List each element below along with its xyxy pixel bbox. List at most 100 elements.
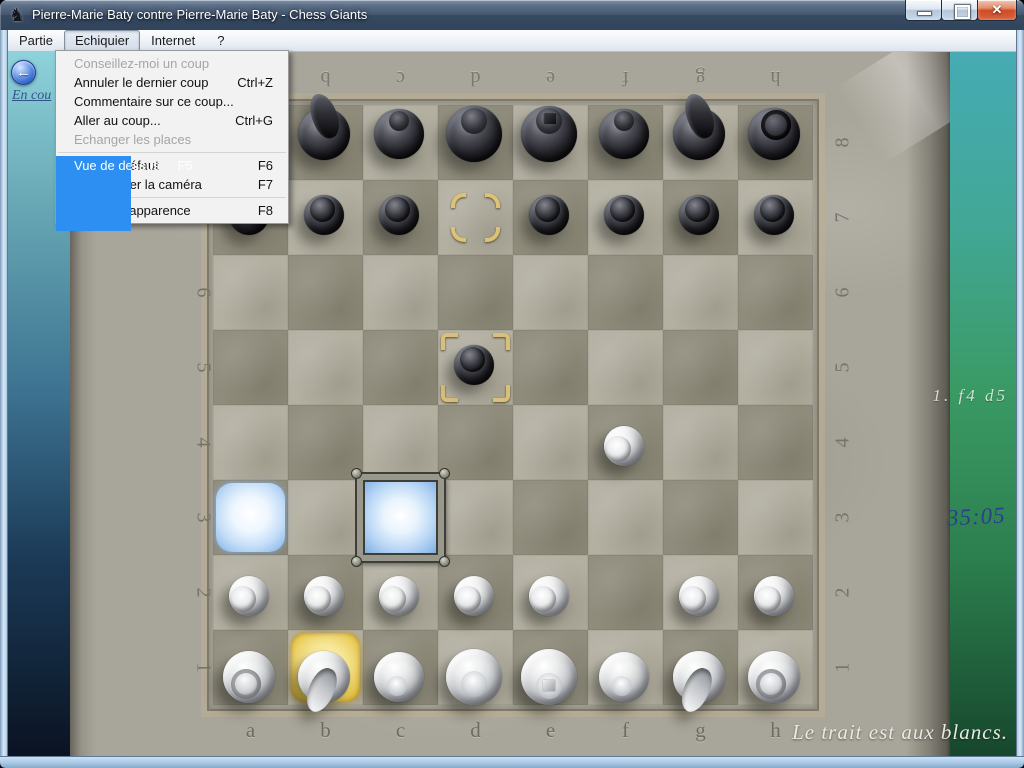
piece-black-pawn-e7[interactable] [529, 195, 569, 235]
menu-item-0: Conseillez-moi un coup [56, 54, 288, 73]
piece-white-pawn-f4[interactable] [604, 426, 644, 466]
piece-black-pawn-h7[interactable] [754, 195, 794, 235]
piece-white-bishop-f1[interactable] [599, 652, 649, 702]
menubar-item-echiquier[interactable]: Echiquier [64, 30, 140, 52]
file-label-bottom-f: f [588, 718, 663, 743]
square-g5[interactable] [663, 330, 738, 405]
turn-status: Le trait est aux blancs. [792, 720, 1008, 745]
square-e6[interactable] [513, 255, 588, 330]
piece-black-king-e8[interactable] [521, 106, 577, 162]
piece-white-queen-d1[interactable] [446, 649, 502, 705]
square-g6[interactable] [663, 255, 738, 330]
menu-item-label: Aller au coup... [74, 111, 161, 130]
piece-black-pawn-f7[interactable] [604, 195, 644, 235]
title-bar[interactable]: ♞ Pierre-Marie Baty contre Pierre-Marie … [0, 0, 1024, 30]
square-e4[interactable] [513, 405, 588, 480]
piece-black-rook-h8[interactable] [748, 108, 800, 160]
piece-white-pawn-a2[interactable] [229, 576, 269, 616]
piece-white-pawn-h2[interactable] [754, 576, 794, 616]
square-d4[interactable] [438, 405, 513, 480]
piece-black-knight-b8[interactable] [298, 108, 350, 160]
piece-white-knight-g1[interactable] [673, 651, 725, 703]
echiquier-menu-dropdown: Conseillez-moi un coupAnnuler le dernier… [55, 50, 289, 224]
square-f3[interactable] [588, 480, 663, 555]
file-label-bottom-e: e [513, 718, 588, 743]
menu-item-6[interactable]: Vue de dessusF5 [56, 156, 131, 231]
menu-item-label: Annuler le dernier coup [74, 73, 208, 92]
rank-label-right-8: 8 [806, 132, 881, 154]
piece-black-knight-g8[interactable] [673, 108, 725, 160]
move-list: 1. f4 d5 [933, 386, 1008, 406]
square-g3[interactable] [663, 480, 738, 555]
piece-white-pawn-d2[interactable] [454, 576, 494, 616]
menubar-item-internet[interactable]: Internet [140, 30, 206, 52]
square-g4[interactable] [663, 405, 738, 480]
piece-white-bishop-c1[interactable] [374, 652, 424, 702]
file-label-top-g: g [663, 66, 738, 89]
window-border-right [1016, 30, 1024, 756]
piece-white-pawn-c2[interactable] [379, 576, 419, 616]
piece-white-knight-b1[interactable] [298, 651, 350, 703]
piece-black-pawn-c7[interactable] [379, 195, 419, 235]
window-border-left [0, 30, 8, 756]
piece-black-pawn-d5[interactable] [454, 345, 494, 385]
square-b5[interactable] [288, 330, 363, 405]
maximize-button[interactable] [941, 0, 978, 21]
piece-black-bishop-c8[interactable] [374, 109, 424, 159]
rank-label-left-4: 4 [166, 432, 241, 454]
menu-item-shortcut: Ctrl+G [235, 111, 273, 130]
piece-black-pawn-g7[interactable] [679, 195, 719, 235]
square-c6[interactable] [363, 255, 438, 330]
square-f6[interactable] [588, 255, 663, 330]
file-label-bottom-b: b [288, 718, 363, 743]
square-h5[interactable] [738, 330, 813, 405]
rank-label-right-2: 2 [806, 582, 881, 604]
piece-white-rook-a1[interactable] [223, 651, 275, 703]
piece-black-queen-d8[interactable] [446, 106, 502, 162]
menu-item-shortcut: F6 [258, 156, 273, 175]
menu-item-1[interactable]: Annuler le dernier coupCtrl+Z [56, 73, 288, 92]
square-f2[interactable] [588, 555, 663, 630]
rank-label-right-6: 6 [806, 282, 881, 304]
piece-white-pawn-e2[interactable] [529, 576, 569, 616]
file-label-top-f: f [588, 66, 663, 89]
square-e5[interactable] [513, 330, 588, 405]
rank-label-left-5: 5 [166, 357, 241, 379]
square-f5[interactable] [588, 330, 663, 405]
menu-separator [58, 152, 286, 153]
rank-label-right-4: 4 [806, 432, 881, 454]
piece-black-bishop-f8[interactable] [599, 109, 649, 159]
square-c5[interactable] [363, 330, 438, 405]
square-h3[interactable] [738, 480, 813, 555]
menu-item-label: Commentaire sur ce coup... [74, 92, 234, 111]
close-button[interactable] [977, 0, 1017, 21]
menu-bar: PartieEchiquierInternet? [0, 30, 1024, 52]
square-c4[interactable] [363, 405, 438, 480]
app-window: ♞ Pierre-Marie Baty contre Pierre-Marie … [0, 0, 1024, 768]
file-label-bottom-c: c [363, 718, 438, 743]
square-h6[interactable] [738, 255, 813, 330]
minimize-button[interactable] [905, 0, 942, 21]
piece-white-rook-h1[interactable] [748, 651, 800, 703]
menubar-item-?[interactable]: ? [206, 30, 235, 52]
square-b6[interactable] [288, 255, 363, 330]
piece-white-king-e1[interactable] [521, 649, 577, 705]
menu-item-label: Conseillez-moi un coup [74, 54, 209, 73]
square-d6[interactable] [438, 255, 513, 330]
square-d3[interactable] [438, 480, 513, 555]
back-arrow-button[interactable] [11, 60, 36, 85]
highlight-legal-move-a3 [213, 480, 288, 555]
piece-white-pawn-g2[interactable] [679, 576, 719, 616]
square-h4[interactable] [738, 405, 813, 480]
square-b3[interactable] [288, 480, 363, 555]
menu-item-4: Echanger les places [56, 130, 288, 149]
piece-white-pawn-b2[interactable] [304, 576, 344, 616]
chess-board [213, 105, 813, 705]
menu-item-2[interactable]: Commentaire sur ce coup... [56, 92, 288, 111]
menubar-item-partie[interactable]: Partie [8, 30, 64, 52]
window-border-bottom [0, 756, 1024, 768]
piece-black-pawn-b7[interactable] [304, 195, 344, 235]
game-clock: 35:05 [947, 502, 1007, 531]
menu-item-3[interactable]: Aller au coup... Ctrl+G [56, 111, 288, 130]
square-e3[interactable] [513, 480, 588, 555]
